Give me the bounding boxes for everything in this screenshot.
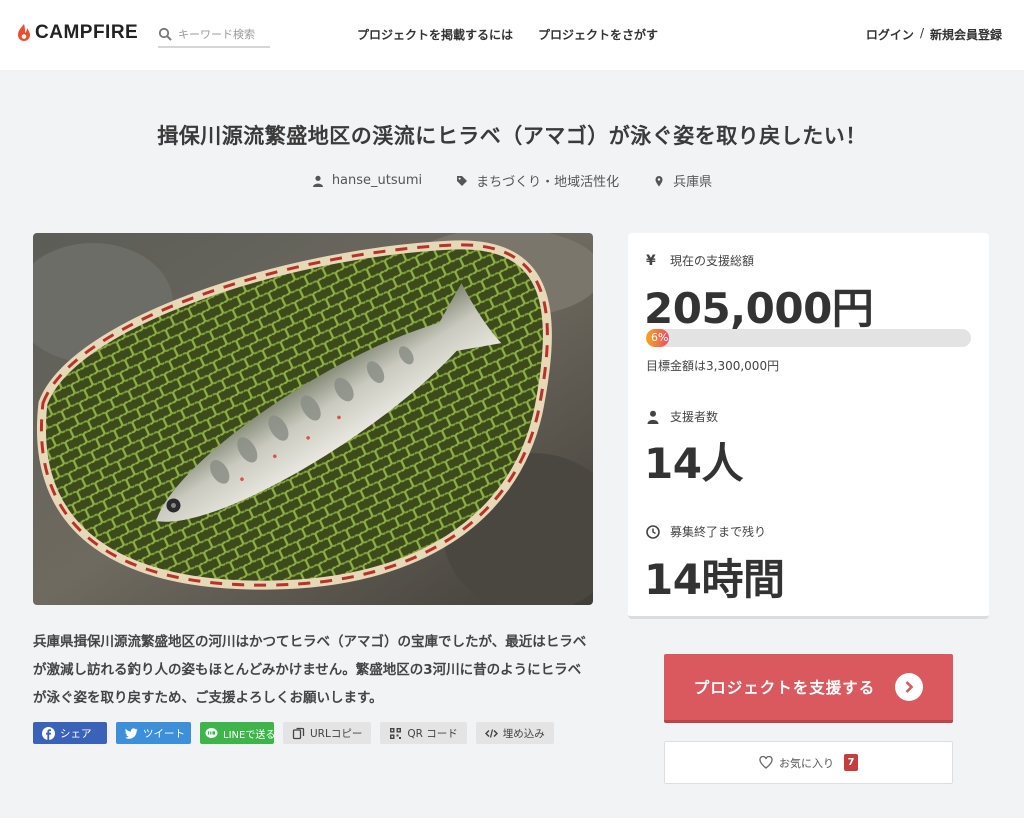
funding-stats-card: ¥ 現在の支援総額 205,000円 6% 目標金額は3,300,000円 支援…: [628, 233, 989, 619]
line-share-button[interactable]: LINEで送る: [200, 722, 276, 744]
qr-code-label: QR コード: [407, 727, 458, 740]
arrow-right-circle-icon: [895, 673, 924, 701]
embed-button[interactable]: 埋め込み: [475, 722, 554, 744]
code-icon: [484, 728, 498, 738]
login-link[interactable]: ログイン: [866, 26, 914, 43]
progress-percent: 6%: [651, 331, 669, 344]
goal-amount: 目標金額は3,300,000円: [646, 359, 780, 373]
remaining-label: 募集終了まで残り: [670, 525, 767, 539]
nav-post-project[interactable]: プロジェクトを掲載するには: [357, 26, 513, 43]
search-input[interactable]: [178, 27, 266, 41]
support-button-label: プロジェクトを支援する: [693, 679, 876, 697]
facebook-icon: [42, 726, 55, 740]
qr-code-button[interactable]: QR コード: [380, 722, 467, 744]
owner-link[interactable]: hanse_utsumi: [312, 171, 422, 190]
progress-bar: 6%: [646, 329, 971, 347]
share-buttons: シェア ツイート LINEで送る URLコピー QR コード 埋め込み: [33, 722, 554, 744]
remaining-label-row: 募集終了まで残り: [646, 523, 766, 540]
backers-label-row: 支援者数: [646, 408, 718, 425]
facebook-share-label: シェア: [60, 727, 92, 740]
yen-icon: ¥: [646, 252, 656, 269]
facebook-share-button[interactable]: シェア: [33, 722, 107, 744]
category-name: まちづくり・地域活性化: [476, 175, 620, 190]
project-main-image: [33, 233, 593, 605]
amount-raised: 205,000円: [644, 284, 874, 333]
favorite-count-badge: 7: [844, 754, 858, 771]
twitter-share-label: ツイート: [143, 727, 185, 740]
line-share-label: LINEで送る: [223, 729, 276, 741]
category-link[interactable]: まちづくり・地域活性化: [456, 171, 619, 190]
favorite-button[interactable]: お気に入り 7: [664, 741, 953, 784]
map-pin-icon: [655, 175, 663, 186]
flame-icon: [18, 24, 30, 41]
embed-label: 埋め込み: [502, 727, 545, 740]
time-remaining: 14時間: [644, 555, 785, 604]
url-copy-label: URLコピー: [310, 727, 363, 740]
auth-links: ログイン / 新規会員登録: [866, 26, 1002, 43]
user-icon: [312, 175, 323, 187]
tag-icon: [457, 175, 468, 186]
search-icon: [158, 27, 172, 41]
site-header: CAMPFIRE プロジェクトを掲載するには プロジェクトをさがす ログイン /…: [0, 0, 1024, 70]
location-name: 兵庫県: [673, 175, 713, 190]
twitter-icon: [125, 727, 138, 739]
heart-icon: [759, 756, 773, 769]
amount-label: 現在の支援総額: [670, 254, 755, 268]
signup-link[interactable]: 新規会員登録: [930, 26, 1002, 43]
user-icon: [647, 410, 659, 424]
project-summary: 兵庫県揖保川源流繁盛地区の河川はかつてヒラベ（アマゴ）の宝庫でしたが、最近はヒラ…: [33, 634, 587, 706]
twitter-share-button[interactable]: ツイート: [116, 722, 191, 744]
project-title: 揖保川源流繁盛地区の渓流にヒラベ（アマゴ）が泳ぐ姿を取り戻したい！: [157, 124, 867, 148]
project-meta: hanse_utsumi まちづくり・地域活性化 兵庫県: [0, 171, 1024, 190]
auth-separator: /: [919, 26, 924, 40]
backers-label: 支援者数: [670, 410, 719, 424]
line-icon: [205, 727, 218, 738]
copy-icon: [292, 727, 305, 739]
backers-count: 14人: [644, 439, 743, 488]
location-link[interactable]: 兵庫県: [653, 171, 712, 190]
campfire-logo[interactable]: CAMPFIRE: [16, 22, 138, 44]
clock-icon: [646, 524, 660, 539]
search-box[interactable]: [158, 22, 270, 48]
logo-text: CAMPFIRE: [35, 22, 139, 43]
favorite-label: お気に入り: [779, 756, 834, 770]
qr-code-icon: [390, 727, 402, 739]
nav-find-project[interactable]: プロジェクトをさがす: [538, 26, 658, 43]
support-project-button[interactable]: プロジェクトを支援する: [664, 654, 953, 723]
owner-name: hanse_utsumi: [331, 173, 423, 188]
amount-label-row: ¥ 現在の支援総額: [646, 252, 754, 269]
url-copy-button[interactable]: URLコピー: [283, 722, 372, 744]
